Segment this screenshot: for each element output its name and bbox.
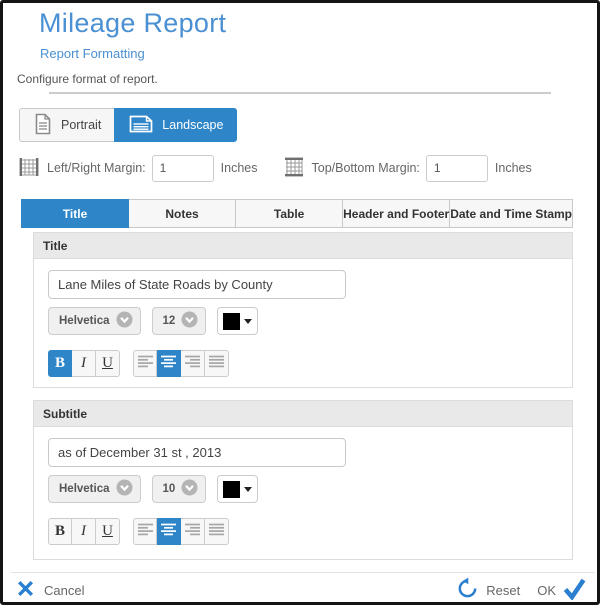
subtitle-font-size-dropdown[interactable]: 10 [152,475,207,503]
top-bottom-margin-label: Top/Bottom Margin: [312,161,420,175]
title-align-left-button[interactable] [133,350,157,377]
left-right-margin-group: Left/Right Margin: Inches [17,155,258,182]
cancel-label: Cancel [44,583,84,598]
left-right-margin-icon [17,155,41,182]
title-panel-header: Title [34,233,572,259]
chevron-down-icon [116,311,133,331]
subtitle-panel: Subtitle Helvetica 10 [33,400,573,560]
align-left-icon [137,523,154,541]
landscape-button[interactable]: Landscape [114,108,237,142]
title-font-size-dropdown[interactable]: 12 [152,307,207,335]
subtitle-text-input[interactable] [48,438,346,467]
subtitle-underline-button[interactable]: U [96,518,120,545]
subtitle-style-group: B I U [48,518,120,545]
top-bottom-margin-input[interactable] [426,155,488,182]
cancel-button[interactable]: Cancel [17,580,84,600]
subtitle-font-color-dropdown[interactable] [217,475,258,503]
subtitle-align-justify-button[interactable] [205,518,229,545]
portrait-label: Portrait [61,118,101,132]
landscape-label: Landscape [162,118,223,132]
title-align-center-button[interactable] [157,350,181,377]
title-align-group [133,350,229,377]
subtitle-panel-header: Subtitle [34,401,572,427]
header-divider [49,92,551,94]
title-text-input[interactable] [48,270,346,299]
align-left-icon [137,355,154,373]
title-panel: Title Helvetica 12 [33,232,573,388]
left-right-margin-input[interactable] [152,155,214,182]
cancel-x-icon [17,580,34,600]
tab-header-and-footer[interactable]: Header and Footer [343,199,450,228]
orientation-toggle: Portrait Landscape [19,108,237,142]
page-subtitle: Report Formatting [40,46,145,61]
left-right-margin-unit: Inches [221,161,258,175]
title-font-family-dropdown[interactable]: Helvetica [48,307,141,335]
caret-down-icon [244,487,252,492]
title-font-size-value: 12 [163,315,176,327]
subtitle-align-group [133,518,229,545]
top-bottom-margin-icon [282,155,306,182]
chevron-down-icon [181,311,198,331]
margins-row: Left/Right Margin: Inches Top/Bottom Mar… [17,153,532,183]
footer-divider [11,572,595,573]
ok-label: OK [537,583,556,598]
title-italic-button[interactable]: I [72,350,96,377]
title-underline-button[interactable]: U [96,350,120,377]
subtitle-align-right-button[interactable] [181,518,205,545]
top-bottom-margin-group: Top/Bottom Margin: Inches [282,155,532,182]
reset-button[interactable]: Reset [456,577,520,603]
align-center-icon [160,355,177,373]
title-style-group: B I U [48,350,120,377]
ok-button[interactable]: OK [537,577,587,603]
subtitle-italic-button[interactable]: I [72,518,96,545]
title-align-justify-button[interactable] [205,350,229,377]
subtitle-font-family-value: Helvetica [59,483,110,495]
color-swatch [223,481,240,498]
subtitle-align-center-button[interactable] [157,518,181,545]
align-right-icon [184,355,201,373]
tab-title[interactable]: Title [21,199,129,228]
title-align-right-button[interactable] [181,350,205,377]
tab-notes[interactable]: Notes [129,199,236,228]
tab-date-and-time-stamp[interactable]: Date and Time Stamp [450,199,573,228]
title-font-color-dropdown[interactable] [217,307,258,335]
subtitle-bold-button[interactable]: B [48,518,72,545]
portrait-button[interactable]: Portrait [19,108,114,142]
chevron-down-icon [181,479,198,499]
subtitle-font-family-dropdown[interactable]: Helvetica [48,475,141,503]
caret-down-icon [244,319,252,324]
format-tabs: Title Notes Table Header and Footer Date… [21,199,573,228]
mileage-report-dialog: Mileage Report Report Formatting Configu… [0,0,600,605]
align-justify-icon [208,355,225,373]
reset-icon [456,577,479,603]
page-title: Mileage Report [39,8,226,39]
landscape-page-icon [128,113,154,138]
left-right-margin-label: Left/Right Margin: [47,161,146,175]
subtitle-align-left-button[interactable] [133,518,157,545]
tab-table[interactable]: Table [236,199,343,228]
portrait-page-icon [33,112,53,139]
description-text: Configure format of report. [17,72,158,86]
chevron-down-icon [116,479,133,499]
title-bold-button[interactable]: B [48,350,72,377]
ok-check-icon [562,577,587,603]
title-font-family-value: Helvetica [59,315,110,327]
subtitle-font-size-value: 10 [163,483,176,495]
reset-label: Reset [486,583,520,598]
align-justify-icon [208,523,225,541]
align-right-icon [184,523,201,541]
top-bottom-margin-unit: Inches [495,161,532,175]
footer-right-actions: Reset OK [456,577,587,603]
align-center-icon [160,523,177,541]
color-swatch [223,313,240,330]
